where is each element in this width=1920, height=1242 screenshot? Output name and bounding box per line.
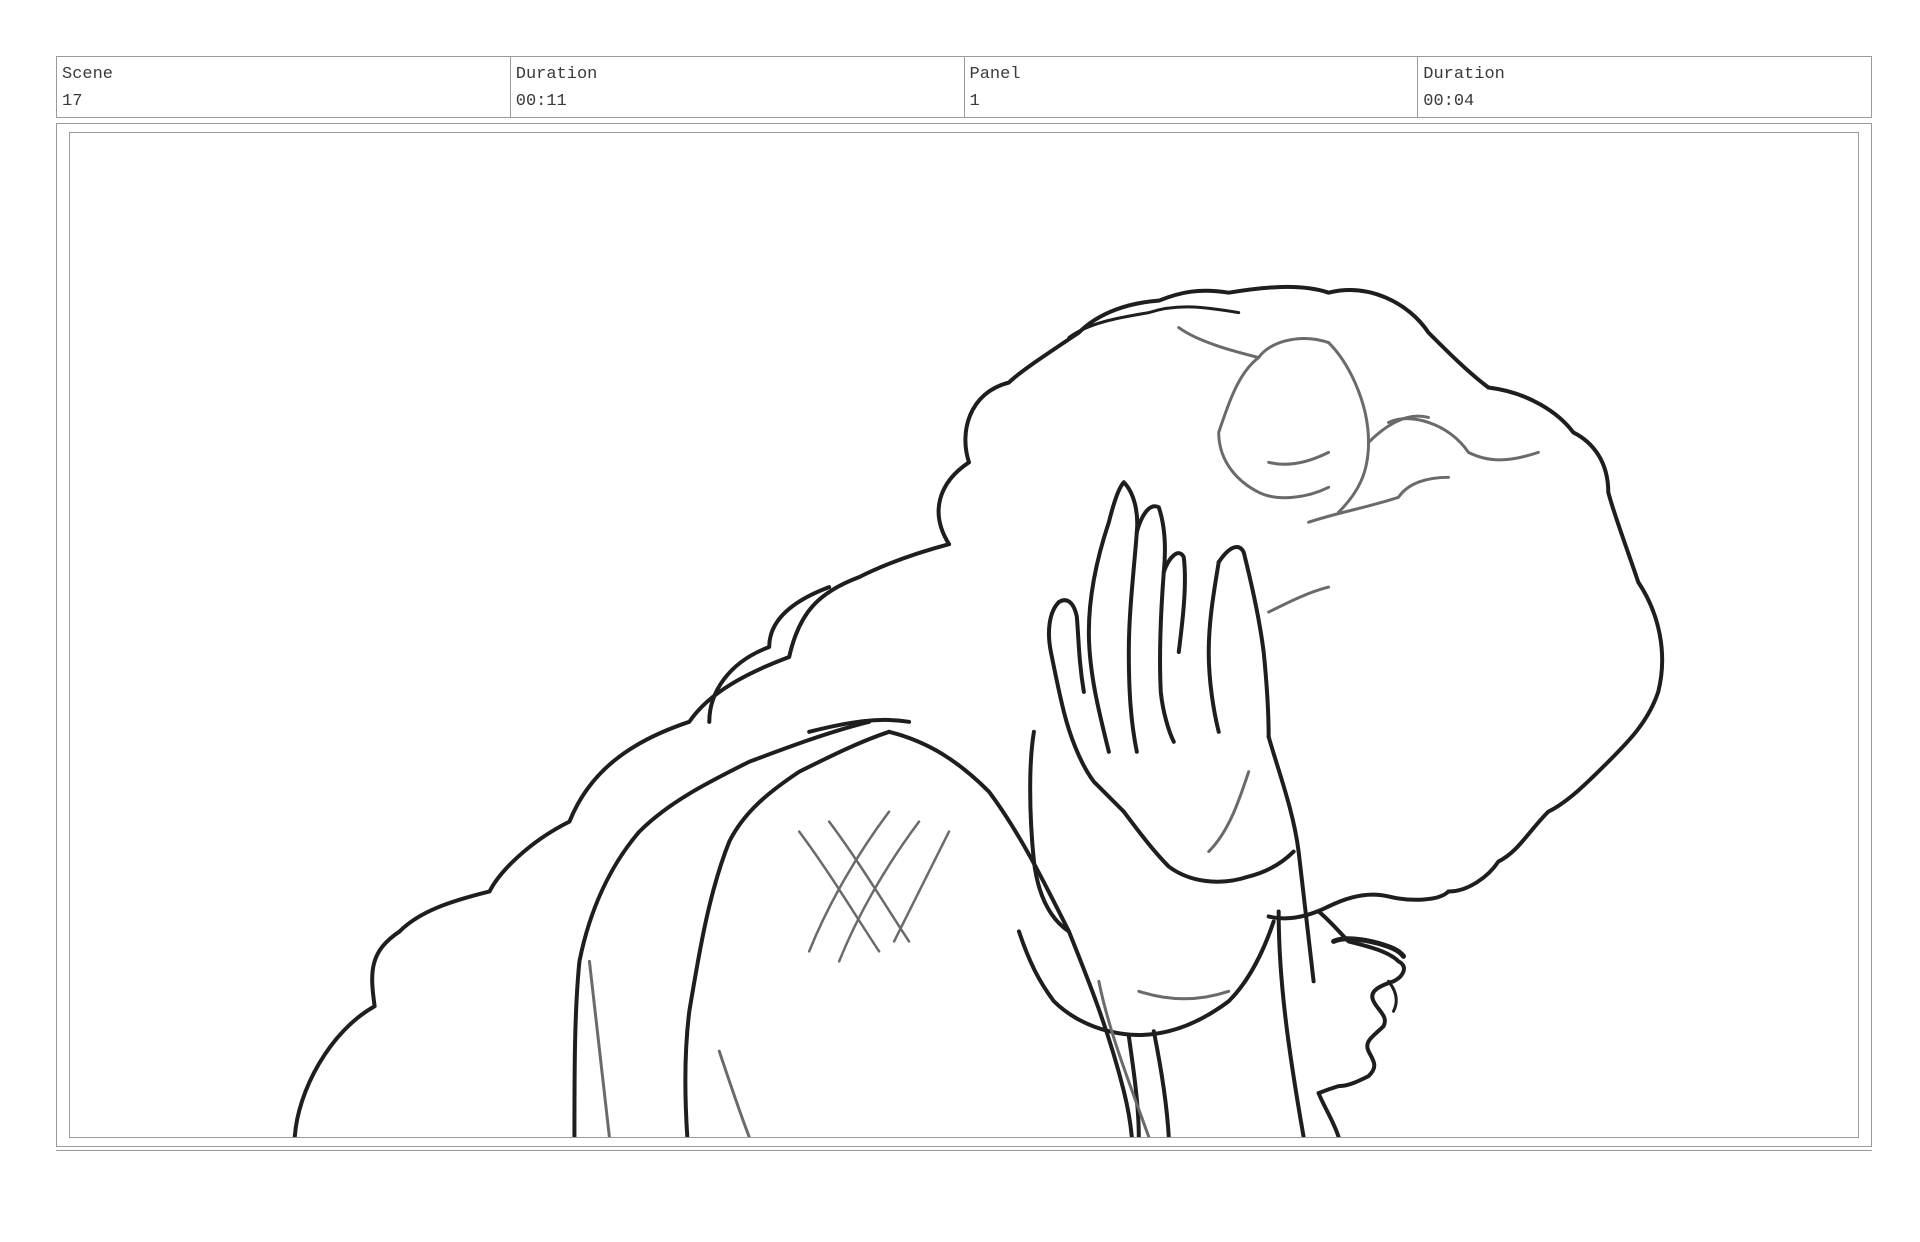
storyboard-panel-image [69, 132, 1859, 1138]
storyboard-header: Scene 17 Duration 00:11 Panel 1 Duration… [56, 56, 1872, 118]
panel-duration-label: Duration [1423, 65, 1505, 84]
panel-duration-value: 00:04 [1423, 92, 1475, 111]
scene-number: 17 [62, 92, 83, 111]
scene-duration-label: Duration [515, 65, 598, 84]
bottom-rule [56, 1150, 1872, 1151]
storyboard-panel-frame [56, 123, 1872, 1147]
panel-cell: Panel 1 [965, 57, 1419, 117]
panel-label: Panel [969, 65, 1021, 84]
scene-label: Scene [62, 65, 114, 84]
panel-duration-cell: Duration 00:04 [1418, 57, 1871, 117]
scene-duration-value: 00:11 [515, 92, 567, 111]
panel-number: 1 [969, 92, 980, 111]
scene-cell: Scene 17 [57, 57, 511, 117]
scene-duration-cell: Duration 00:11 [511, 57, 965, 117]
sketch-drawing [292, 284, 1665, 1137]
